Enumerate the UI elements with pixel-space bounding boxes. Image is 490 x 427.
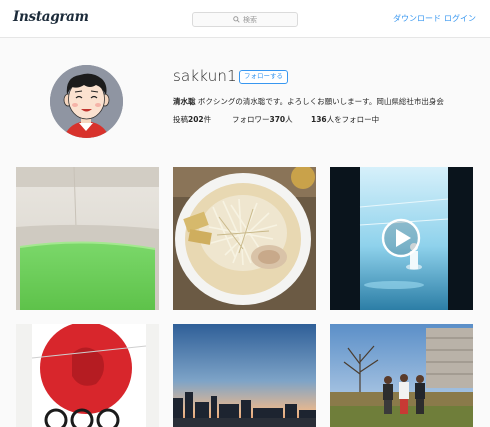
post-tile-4[interactable] [16, 324, 159, 427]
search-icon [233, 16, 240, 23]
followers-label: フォロワー [232, 115, 270, 124]
following-count: 136 [311, 115, 327, 124]
post-tile-2[interactable] [173, 167, 316, 310]
followers-count: 370 [269, 115, 286, 124]
green-bathtub-photo [16, 167, 159, 310]
profile-avatar [50, 65, 123, 138]
bio-text: ボクシングの清水聡です。よろしくお願いしまーす。岡山県総社市出身会 [195, 97, 444, 106]
followers-suffix: 人 [285, 115, 293, 124]
posts-stat: 投稿202件 [173, 114, 211, 125]
followers-stat[interactable]: フォロワー370人 [232, 114, 293, 125]
login-link[interactable]: ログイン [444, 13, 476, 24]
cartoon-face-avatar [50, 65, 123, 138]
instagram-logo[interactable]: Instagram [13, 9, 89, 25]
search-input[interactable]: 検索 [192, 12, 298, 27]
bio-full-name: 清水聡 [173, 97, 196, 106]
play-icon[interactable] [381, 218, 421, 258]
download-link[interactable]: ダウンロード [393, 13, 441, 24]
posts-label: 投稿 [173, 115, 188, 124]
posts-count: 202 [188, 115, 204, 124]
post-tile-3[interactable] [330, 167, 473, 310]
olympic-poster-photo [16, 324, 159, 427]
profile-username: sakkun1 [173, 67, 237, 85]
city-sunset-photo [173, 324, 316, 427]
group-park-photo [330, 324, 473, 427]
follow-button[interactable]: フォローする [239, 70, 288, 84]
following-stat[interactable]: 136人をフォロー中 [311, 114, 379, 125]
ramen-bowl-photo [173, 167, 316, 310]
profile-bio: 清水聡 ボクシングの清水聡です。よろしくお願いしまーす。岡山県総社市出身会 [173, 96, 444, 107]
posts-suffix: 件 [203, 115, 212, 124]
post-tile-5[interactable] [173, 324, 316, 427]
top-navigation-bar: Instagram 検索 ダウンロード ログイン [0, 0, 490, 38]
post-tile-1[interactable] [16, 167, 159, 310]
post-tile-6[interactable] [330, 324, 473, 427]
following-label: 人をフォロー中 [326, 115, 380, 124]
search-placeholder: 検索 [243, 15, 257, 24]
